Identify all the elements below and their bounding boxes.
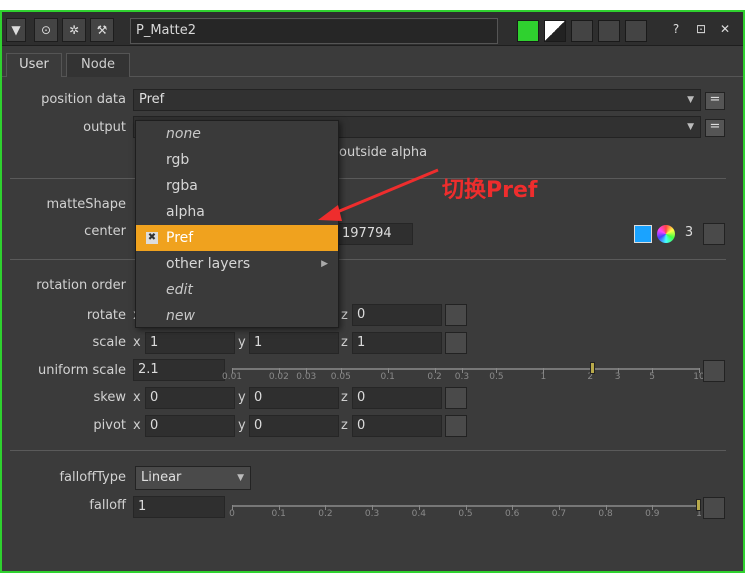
properties-panel: ▼ ⊙ ✲ ⚒ P_Matte2 ? ⊡ ✕ User Node positio… — [0, 10, 745, 573]
annotation-text: 切换Pref — [442, 178, 538, 203]
annotation-arrow — [318, 168, 439, 221]
